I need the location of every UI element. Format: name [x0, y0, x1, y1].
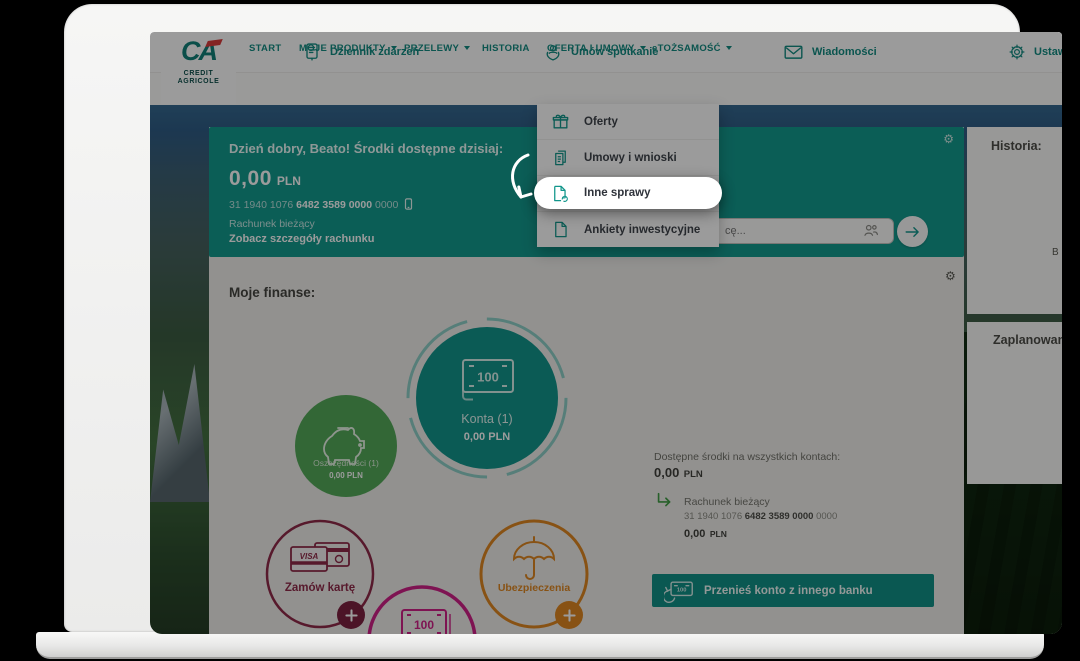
laptop-base [36, 632, 1044, 659]
laptop-screen-bezel: CA CREDIT AGRICOLE Dziennik zdarzeń Umów… [64, 4, 1020, 632]
spotlight-arrow-icon [498, 152, 544, 206]
screen: CA CREDIT AGRICOLE Dziennik zdarzeń Umów… [150, 32, 1062, 634]
dim-overlay [150, 32, 1062, 634]
page-refresh-icon [550, 184, 569, 203]
dropdown-item-label: Inne sprawy [584, 187, 650, 199]
highlighted-dropdown-item-other[interactable]: Inne sprawy [534, 177, 722, 209]
